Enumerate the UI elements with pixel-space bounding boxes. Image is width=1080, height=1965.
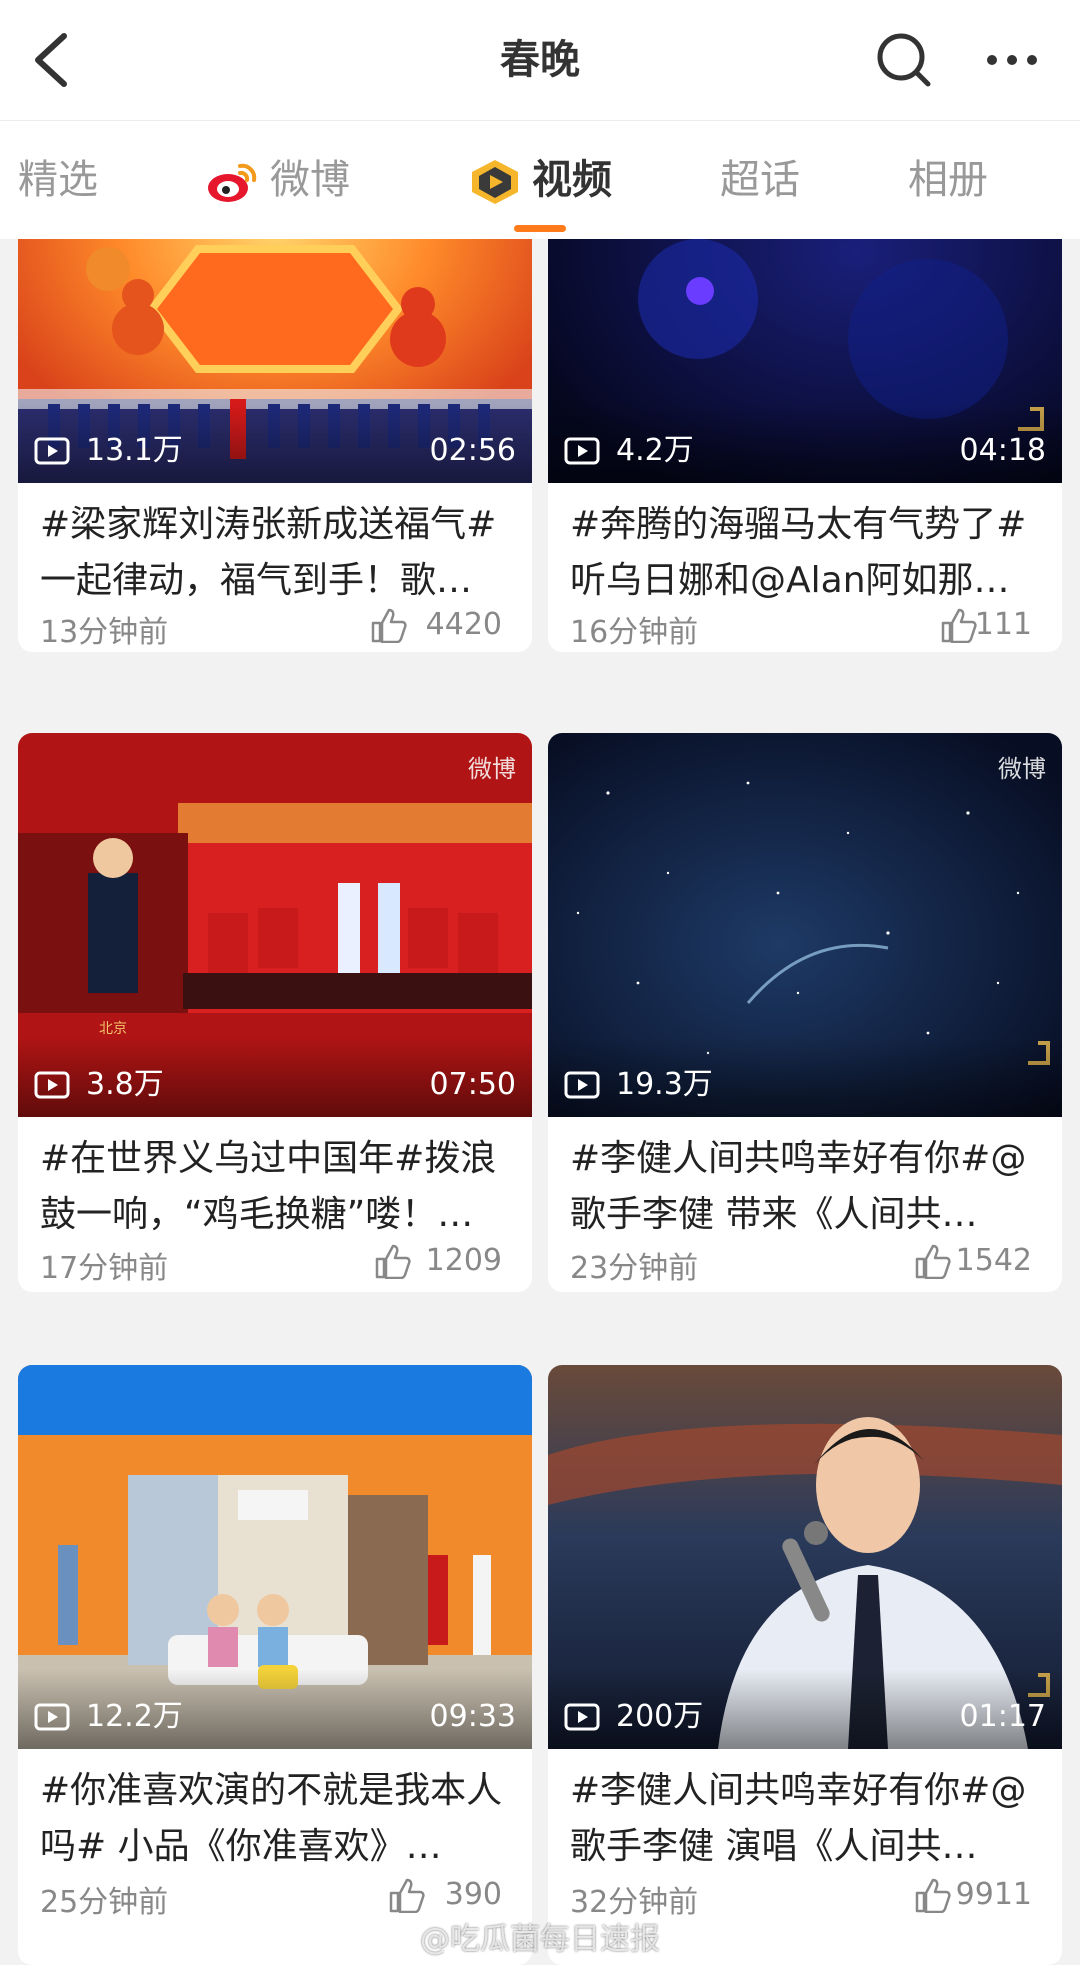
- tab-label: 相册: [908, 157, 988, 203]
- video-title[interactable]: #在世界义乌过中国年#拨浪鼓一响，“鸡毛换糖”喽！…: [40, 1131, 508, 1243]
- video-title[interactable]: #你准喜欢演的不就是我本人吗# 小品《你准喜欢》…: [40, 1763, 508, 1875]
- post-time: 17分钟前: [40, 1251, 169, 1286]
- like-count: 111: [974, 607, 1032, 642]
- tab-super-topic[interactable]: 超话: [720, 121, 800, 239]
- like-icon[interactable]: [388, 1877, 426, 1913]
- tab-album[interactable]: 相册: [908, 121, 988, 239]
- video-title[interactable]: #李健人间共鸣幸好有你#@歌手李健 带来《人间共…: [570, 1131, 1038, 1243]
- tab-label: 微博: [270, 157, 350, 203]
- play-count-icon: [564, 437, 600, 465]
- video-title[interactable]: #梁家辉刘涛张新成送福气#一起律动，福气到手！歌…: [40, 497, 508, 609]
- tab-bar: 精选 微博 视频 超话 相册: [0, 121, 1080, 239]
- weibo-logo-icon: [208, 163, 257, 202]
- video-card[interactable]: 12.2万 09:33 #你准喜欢演的不就是我本人吗# 小品《你准喜欢》… 25…: [18, 1365, 532, 1965]
- video-thumbnail[interactable]: 12.2万 09:33: [18, 1365, 532, 1749]
- like-icon[interactable]: [940, 607, 978, 643]
- like-count: 1542: [955, 1243, 1032, 1278]
- video-duration: 09:33: [429, 1699, 516, 1734]
- video-duration: 02:56: [429, 433, 516, 468]
- video-title[interactable]: #李健人间共鸣幸好有你#@歌手李健 演唱《人间共…: [570, 1763, 1038, 1875]
- like-icon[interactable]: [914, 1877, 952, 1913]
- weibo-watermark: 微博: [468, 755, 516, 783]
- view-count: 19.3万: [616, 1067, 713, 1102]
- view-count: 3.8万: [86, 1067, 164, 1102]
- video-thumbnail[interactable]: 4.2万 04:18: [548, 239, 1062, 483]
- post-time: 16分钟前: [570, 615, 699, 650]
- video-card[interactable]: 微博 19.3万 #李健人间共鸣幸好有你#@歌手李健 带来《人间共… 23分钟前…: [548, 733, 1062, 1292]
- view-count: 4.2万: [616, 433, 694, 468]
- tab-featured[interactable]: 精选: [18, 121, 98, 239]
- play-count-icon: [564, 1703, 600, 1731]
- view-count: 200万: [616, 1699, 704, 1734]
- like-icon[interactable]: [374, 1243, 412, 1279]
- like-count: 390: [444, 1877, 502, 1912]
- more-icon[interactable]: [980, 30, 1044, 90]
- like-icon[interactable]: [914, 1243, 952, 1279]
- post-time: 25分钟前: [40, 1885, 169, 1920]
- video-grid: 13.1万 02:56 #梁家辉刘涛张新成送福气#一起律动，福气到手！歌… 13…: [0, 239, 1080, 1965]
- video-thumbnail[interactable]: 微博 19.3万: [548, 733, 1062, 1117]
- video-duration: 04:18: [959, 433, 1046, 468]
- tab-label: 超话: [720, 157, 800, 203]
- tab-label: 精选: [18, 157, 98, 203]
- image-watermark: @吃瓜菌每日速报: [420, 1922, 660, 1957]
- video-thumbnail[interactable]: 200万 01:17: [548, 1365, 1062, 1749]
- play-count-icon: [34, 437, 70, 465]
- like-count: 9911: [955, 1877, 1032, 1912]
- view-count: 12.2万: [86, 1699, 183, 1734]
- video-card[interactable]: 4.2万 04:18 #奔腾的海骝马太有气势了#听乌日娜和@Alan阿如那… 1…: [548, 239, 1062, 652]
- video-card[interactable]: 北京 微博 3.8万 07:50 #在世界义乌过中国年#拨浪鼓一响，“鸡毛换糖”…: [18, 733, 532, 1292]
- weibo-watermark: 微博: [998, 755, 1046, 783]
- tab-weibo[interactable]: 微博: [206, 121, 350, 239]
- video-thumbnail[interactable]: 北京 微博 3.8万 07:50: [18, 733, 532, 1117]
- like-count: 4420: [425, 607, 502, 642]
- video-duration: 01:17: [959, 1699, 1046, 1734]
- tab-video[interactable]: 视频: [468, 121, 612, 239]
- back-arrow-icon[interactable]: [24, 28, 96, 92]
- video-thumbnail[interactable]: 13.1万 02:56: [18, 239, 532, 483]
- active-tab-indicator: [514, 225, 566, 232]
- like-count: 1209: [425, 1243, 502, 1278]
- video-title[interactable]: #奔腾的海骝马太有气势了#听乌日娜和@Alan阿如那…: [570, 497, 1038, 609]
- view-count: 13.1万: [86, 433, 183, 468]
- post-time: 13分钟前: [40, 615, 169, 650]
- search-icon[interactable]: [870, 26, 938, 94]
- top-nav-bar: 春晚: [0, 0, 1080, 121]
- video-play-icon: [472, 160, 518, 204]
- like-icon[interactable]: [370, 607, 408, 643]
- svg-text:北京: 北京: [99, 1021, 127, 1037]
- play-count-icon: [564, 1071, 600, 1099]
- video-duration: 07:50: [429, 1067, 516, 1102]
- video-card[interactable]: 13.1万 02:56 #梁家辉刘涛张新成送福气#一起律动，福气到手！歌… 13…: [18, 239, 532, 652]
- play-count-icon: [34, 1071, 70, 1099]
- post-time: 23分钟前: [570, 1251, 699, 1286]
- tab-label: 视频: [532, 157, 612, 203]
- video-card[interactable]: 200万 01:17 #李健人间共鸣幸好有你#@歌手李健 演唱《人间共… 32分…: [548, 1365, 1062, 1965]
- play-count-icon: [34, 1703, 70, 1731]
